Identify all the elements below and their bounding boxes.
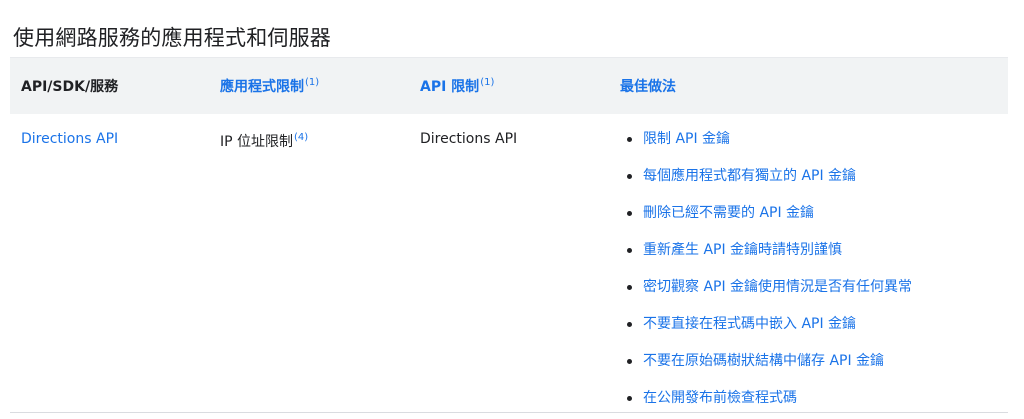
best-practice-link[interactable]: 密切觀察 API 金鑰使用情況是否有任何異常 [643,279,912,295]
header-app-restriction-footnote[interactable]: (1) [305,77,319,88]
best-practice-link[interactable]: 不要直接在程式碼中嵌入 API 金鑰 [643,316,856,332]
header-api-restriction-label[interactable]: API 限制 [420,79,479,95]
header-best-practices[interactable]: 最佳做法 [620,76,676,96]
header-app-restriction-label[interactable]: 應用程式限制 [220,79,304,95]
app-restriction-footnote-link[interactable]: (4) [294,132,308,143]
bullet-icon [627,396,632,401]
header-api-restriction[interactable]: API 限制(1) [420,76,494,96]
list-item[interactable]: 重新產生 API 金鑰時請特別謹慎 [624,233,912,270]
page-title: 使用網路服務的應用程式和伺服器 [13,26,331,51]
table-header-row: API/SDK/服務 應用程式限制(1) API 限制(1) 最佳做法 [10,57,1008,114]
header-best-practices-label[interactable]: 最佳做法 [620,79,676,95]
api-name-link[interactable]: Directions API [21,131,118,147]
page: 使用網路服務的應用程式和伺服器 API/SDK/服務 應用程式限制(1) API… [0,0,1024,419]
bullet-icon [627,322,632,327]
bullet-icon [627,359,632,364]
best-practice-link[interactable]: 不要在原始碼樹狀結構中儲存 API 金鑰 [643,353,884,369]
best-practice-link[interactable]: 每個應用程式都有獨立的 API 金鑰 [643,168,856,184]
best-practice-link[interactable]: 限制 API 金鑰 [643,131,730,147]
bullet-icon [627,174,632,179]
table-row: Directions API IP 位址限制(4) Directions API… [10,114,1008,412]
header-api-restriction-footnote[interactable]: (1) [480,77,494,88]
list-item[interactable]: 不要在原始碼樹狀結構中儲存 API 金鑰 [624,344,912,381]
bullet-icon [627,248,632,253]
list-item[interactable]: 密切觀察 API 金鑰使用情況是否有任何異常 [624,270,912,307]
bullet-icon [627,211,632,216]
best-practice-link[interactable]: 刪除已經不需要的 API 金鑰 [643,205,814,221]
header-app-restriction[interactable]: 應用程式限制(1) [220,76,319,96]
app-restriction-cell: IP 位址限制(4) [220,131,308,151]
bullet-icon [627,137,632,142]
header-api-sdk-service: API/SDK/服務 [21,76,118,96]
list-item[interactable]: 限制 API 金鑰 [624,122,912,159]
list-item[interactable]: 不要直接在程式碼中嵌入 API 金鑰 [624,307,912,344]
list-item[interactable]: 在公開發布前檢查程式碼 [624,381,912,418]
list-item[interactable]: 每個應用程式都有獨立的 API 金鑰 [624,159,912,196]
bullet-icon [627,285,632,290]
api-restriction-value: Directions API [420,131,518,147]
restrictions-table: API/SDK/服務 應用程式限制(1) API 限制(1) 最佳做法 Dire… [10,57,1008,413]
app-restriction-value: IP 位址限制 [220,134,294,150]
best-practices-list: 限制 API 金鑰 每個應用程式都有獨立的 API 金鑰 刪除已經不需要的 AP… [624,122,912,418]
best-practice-link[interactable]: 在公開發布前檢查程式碼 [643,390,797,406]
header-api-label: API/SDK/服務 [21,79,119,95]
list-item[interactable]: 刪除已經不需要的 API 金鑰 [624,196,912,233]
best-practice-link[interactable]: 重新產生 API 金鑰時請特別謹慎 [643,242,842,258]
